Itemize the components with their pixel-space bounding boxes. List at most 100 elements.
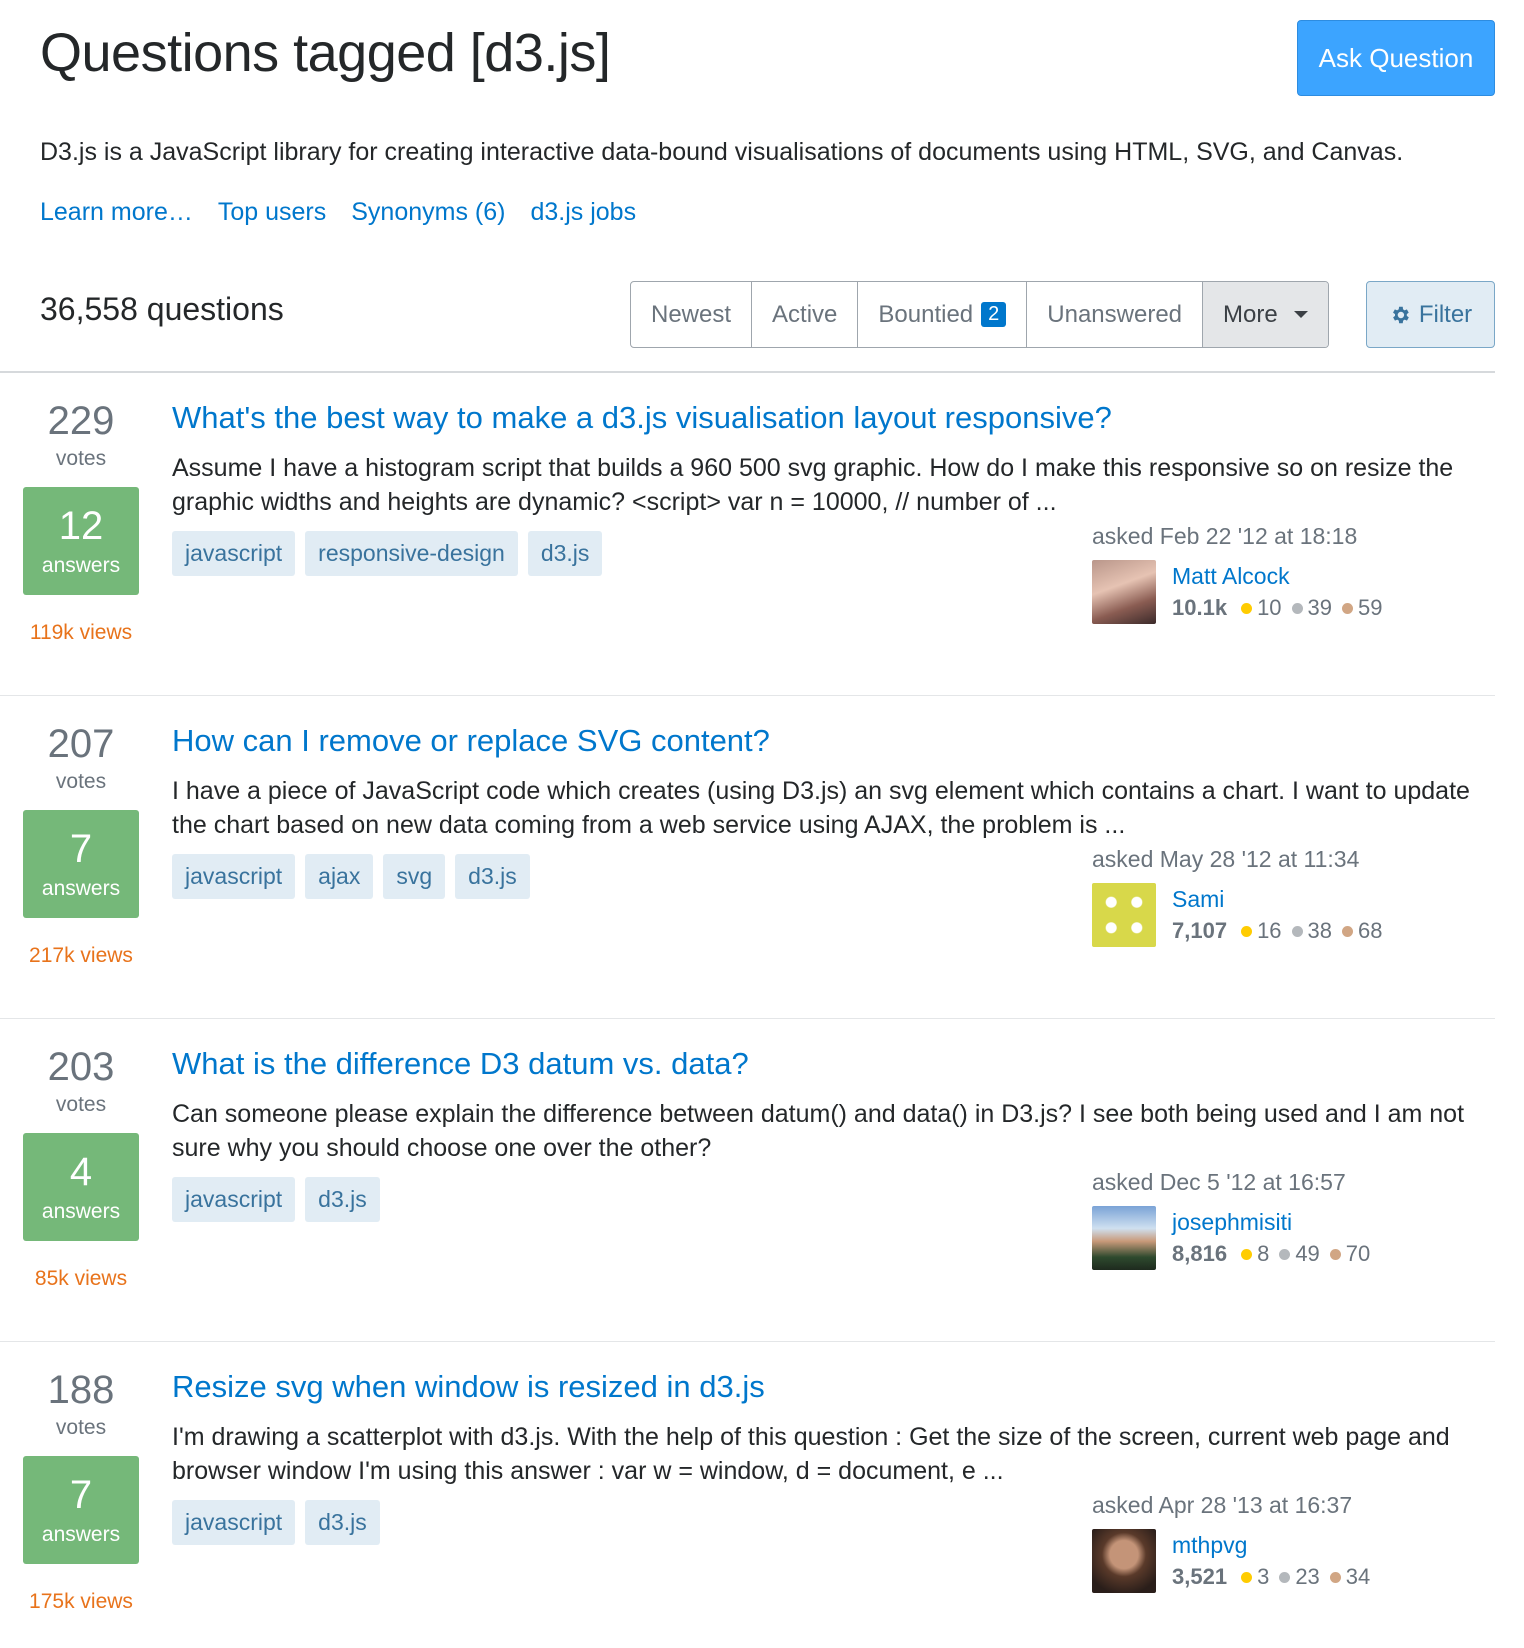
reputation-score: 7,107 xyxy=(1172,918,1228,943)
gold-badge-count: 10 xyxy=(1257,595,1282,620)
bronze-badge-icon xyxy=(1342,602,1354,614)
question-excerpt: I have a piece of JavaScript code which … xyxy=(172,777,1470,839)
tag-javascript[interactable]: javascript xyxy=(172,1500,296,1545)
user-name-link[interactable]: josephmisiti xyxy=(1172,1207,1380,1237)
answer-count: 7 xyxy=(69,827,93,871)
vote-count: 207 xyxy=(47,722,115,766)
tag-d3js[interactable]: d3.js xyxy=(527,531,603,576)
vote-count: 203 xyxy=(47,1045,115,1089)
sort-tabs: Newest Active Bountied 2 Unanswered More xyxy=(630,281,1329,348)
asked-time: asked Feb 22 '12 at 18:18 xyxy=(1092,523,1358,549)
answer-count-box: 7 answers xyxy=(23,810,139,918)
silver-badge-icon xyxy=(1279,1571,1291,1583)
question-excerpt: I'm drawing a scatterplot with d3.js. Wi… xyxy=(172,1423,1450,1485)
answers-label: answers xyxy=(41,877,121,900)
tab-more-label: More xyxy=(1223,300,1278,328)
chevron-down-icon xyxy=(1293,311,1308,318)
reputation-score: 3,521 xyxy=(1172,1564,1228,1589)
tab-unanswered[interactable]: Unanswered xyxy=(1027,282,1204,347)
question-title-link[interactable]: What's the best way to make a d3.js visu… xyxy=(172,399,1492,437)
tag-javascript[interactable]: javascript xyxy=(172,531,296,576)
user-info: mthpvg 3,521 3 23 34 xyxy=(1172,1529,1380,1593)
silver-badge-icon xyxy=(1279,1248,1291,1260)
vote-count: 229 xyxy=(47,399,115,443)
question-stats: 203 votes 4 answers 85k views xyxy=(22,1045,140,1291)
votes-label: votes xyxy=(55,770,107,793)
question-summary: 188 votes 7 answers 175k views Resize sv… xyxy=(0,1342,1495,1648)
reputation-score: 8,816 xyxy=(1172,1241,1228,1266)
tag-responsive-design[interactable]: responsive-design xyxy=(305,531,518,576)
votes-label: votes xyxy=(55,1093,107,1116)
jobs-link[interactable]: d3.js jobs xyxy=(530,198,636,227)
gold-badge-icon xyxy=(1241,925,1253,937)
tag-d3js[interactable]: d3.js xyxy=(305,1177,380,1222)
silver-badge-count: 23 xyxy=(1295,1564,1320,1589)
question-list: 229 votes 12 answers 119k views What's t… xyxy=(0,371,1495,1648)
tab-bountied[interactable]: Bountied 2 xyxy=(858,282,1028,347)
tab-newest[interactable]: Newest xyxy=(631,282,753,347)
question-owner: asked Apr 28 '13 at 16:37 mthpvg 3,521 3… xyxy=(1092,1492,1492,1593)
tab-unanswered-label: Unanswered xyxy=(1047,300,1183,328)
bronze-badge-icon xyxy=(1329,1248,1341,1260)
tag-ajax[interactable]: ajax xyxy=(305,854,374,899)
gold-badge-count: 8 xyxy=(1257,1241,1270,1266)
user-name-link[interactable]: mthpvg xyxy=(1172,1530,1380,1560)
answer-count: 4 xyxy=(69,1150,93,1194)
tag-javascript[interactable]: javascript xyxy=(172,854,296,899)
avatar[interactable] xyxy=(1092,883,1156,947)
question-title-link[interactable]: Resize svg when window is resized in d3.… xyxy=(172,1368,1492,1406)
gold-badge-count: 16 xyxy=(1257,918,1282,943)
questions-page: Questions tagged [d3.js] Ask Question D3… xyxy=(0,0,1524,1648)
tag-description: D3.js is a JavaScript library for creati… xyxy=(40,138,1404,166)
tag-javascript[interactable]: javascript xyxy=(172,1177,296,1222)
ask-question-button[interactable]: Ask Question xyxy=(1297,20,1495,96)
silver-badge-count: 39 xyxy=(1307,595,1333,620)
filter-button[interactable]: Filter xyxy=(1366,281,1495,348)
avatar[interactable] xyxy=(1092,1529,1156,1593)
question-summary: 207 votes 7 answers 217k views How can I… xyxy=(0,696,1495,1019)
question-summary: 229 votes 12 answers 119k views What's t… xyxy=(0,373,1495,696)
asked-time: asked Apr 28 '13 at 16:37 xyxy=(1092,1492,1353,1518)
gear-icon xyxy=(1392,306,1409,323)
silver-badge-count: 49 xyxy=(1295,1241,1320,1266)
reputation-score: 10.1k xyxy=(1172,595,1228,620)
gold-badge-count: 3 xyxy=(1257,1564,1270,1589)
view-count: 85k views xyxy=(34,1267,128,1290)
tag-d3js[interactable]: d3.js xyxy=(305,1500,380,1545)
user-card: Matt Alcock 10.1k 10 39 59 xyxy=(1092,560,1492,624)
question-stats: 207 votes 7 answers 217k views xyxy=(22,722,140,968)
synonyms-link[interactable]: Synonyms (6) xyxy=(351,198,505,227)
question-summary: 203 votes 4 answers 85k views What is th… xyxy=(0,1019,1495,1342)
answer-count: 7 xyxy=(69,1473,93,1517)
avatar[interactable] xyxy=(1092,1206,1156,1270)
tag-svg[interactable]: svg xyxy=(383,854,446,899)
user-name-link[interactable]: Matt Alcock xyxy=(1172,561,1393,591)
tab-newest-label: Newest xyxy=(651,300,732,328)
page-title: Questions tagged [d3.js] xyxy=(40,23,611,83)
bronze-badge-count: 59 xyxy=(1358,595,1383,620)
tab-more[interactable]: More xyxy=(1203,282,1328,347)
bronze-badge-count: 68 xyxy=(1358,918,1383,943)
silver-badge-icon xyxy=(1291,602,1303,614)
user-name-link[interactable]: Sami xyxy=(1172,884,1393,914)
user-reputation: 7,107 16 38 68 xyxy=(1172,918,1393,944)
bounty-count-badge: 2 xyxy=(981,302,1007,327)
avatar[interactable] xyxy=(1092,560,1156,624)
votes-label: votes xyxy=(55,1416,107,1439)
user-reputation: 8,816 8 49 70 xyxy=(1172,1241,1380,1267)
user-info: Matt Alcock 10.1k 10 39 59 xyxy=(1172,560,1393,624)
question-title-link[interactable]: What is the difference D3 datum vs. data… xyxy=(172,1045,1492,1083)
tag-d3js[interactable]: d3.js xyxy=(455,854,530,899)
tab-active[interactable]: Active xyxy=(752,282,859,347)
learn-more-link[interactable]: Learn more… xyxy=(40,198,193,227)
user-info: josephmisiti 8,816 8 49 70 xyxy=(1172,1206,1380,1270)
silver-badge-count: 38 xyxy=(1307,918,1333,943)
top-users-link[interactable]: Top users xyxy=(218,198,326,227)
tab-bountied-label: Bountied xyxy=(878,300,974,328)
silver-badge-icon xyxy=(1291,925,1303,937)
question-title-link[interactable]: How can I remove or replace SVG content? xyxy=(172,722,1492,760)
user-info: Sami 7,107 16 38 68 xyxy=(1172,883,1393,947)
question-owner: asked May 28 '12 at 11:34 Sami 7,107 16 … xyxy=(1092,846,1492,947)
answer-count-box: 12 answers xyxy=(23,487,139,595)
user-reputation: 10.1k 10 39 59 xyxy=(1172,595,1393,621)
